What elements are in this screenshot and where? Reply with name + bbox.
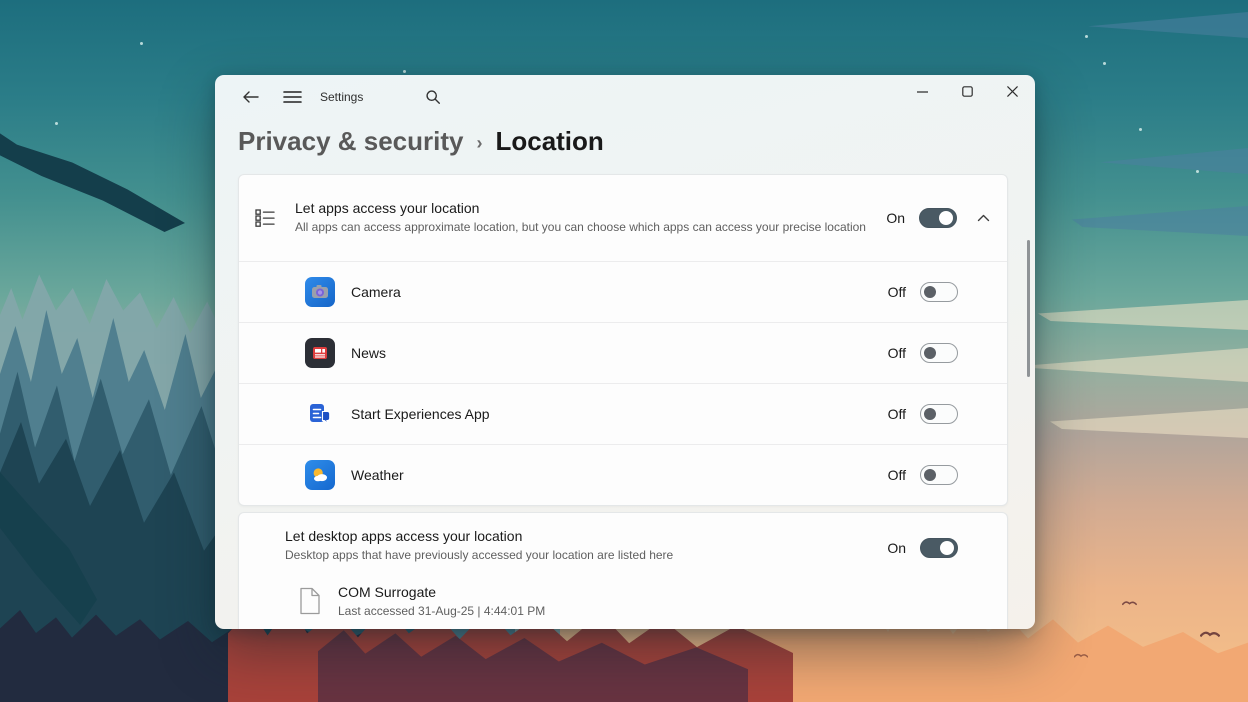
wallpaper-star (55, 122, 58, 125)
location-toggle[interactable] (919, 208, 957, 228)
document-icon (299, 587, 321, 615)
desktop-app-last-accessed: Last accessed 31-Aug-25 | 4:44:01 PM (338, 604, 545, 618)
minimize-button[interactable] (900, 75, 945, 108)
hamburger-icon (283, 90, 302, 104)
desktop-apps-description: Desktop apps that have previously access… (285, 547, 875, 564)
camera-app-icon (305, 277, 335, 307)
bird-silhouette (1122, 600, 1137, 606)
maximize-button[interactable] (945, 75, 990, 108)
close-button[interactable] (990, 75, 1035, 108)
wallpaper-star (1085, 35, 1088, 38)
wallpaper-star (403, 70, 406, 73)
wallpaper-star (1196, 170, 1199, 173)
location-expander-title: Let apps access your location (295, 200, 885, 216)
weather-app-icon (305, 460, 335, 490)
wallpaper-cloud (1072, 206, 1248, 236)
titlebar: Settings (215, 75, 1035, 123)
desktop-app-item-com-surrogate: COM Surrogate Last accessed 31-Aug-25 | … (239, 572, 1007, 629)
bird-silhouette (1074, 652, 1088, 659)
breadcrumb: Privacy & security › Location (215, 123, 1035, 157)
wallpaper-cloud (1050, 408, 1248, 438)
news-location-toggle[interactable] (920, 343, 958, 363)
page-title: Location (495, 126, 603, 157)
news-app-icon (305, 338, 335, 368)
location-expander-description: All apps can access approximate location… (295, 219, 885, 236)
app-row-news: News Off (239, 322, 1007, 383)
app-row-camera: Camera Off (239, 261, 1007, 322)
desktop-apps-card: Let desktop apps access your location De… (238, 512, 1008, 629)
window-controls (900, 75, 1035, 108)
wallpaper-cloud (1100, 148, 1248, 174)
app-row-weather: Weather Off (239, 444, 1007, 505)
location-expander-header[interactable]: Let apps access your location All apps c… (239, 175, 1007, 261)
camera-toggle-state-label: Off (888, 284, 906, 300)
desktop-apps-title: Let desktop apps access your location (285, 528, 875, 544)
app-name: Camera (351, 284, 888, 300)
app-row-start-experiences: Start Experiences App Off (239, 383, 1007, 444)
wallpaper-star (1103, 62, 1106, 65)
news-toggle-state-label: Off (888, 345, 906, 361)
desktop-app-name: COM Surrogate (338, 584, 545, 600)
start-experiences-toggle-state-label: Off (888, 406, 906, 422)
wallpaper-cloud (1038, 300, 1248, 330)
toggle-knob (924, 347, 936, 359)
bird-silhouette (1200, 630, 1220, 638)
start-experiences-location-toggle[interactable] (920, 404, 958, 424)
back-button[interactable] (238, 90, 262, 104)
toggle-knob (940, 541, 954, 555)
chevron-up-icon (977, 214, 990, 222)
search-button[interactable] (421, 89, 445, 105)
desktop-apps-toggle-state-label: On (887, 540, 906, 556)
collapse-expander-button[interactable] (975, 214, 991, 222)
start-experiences-app-icon (305, 399, 335, 429)
wallpaper-pine-branch (0, 120, 185, 232)
wallpaper-star (1139, 128, 1142, 131)
weather-location-toggle[interactable] (920, 465, 958, 485)
settings-window: Settings Privacy & security › Location (215, 75, 1035, 629)
breadcrumb-privacy-security[interactable]: Privacy & security (238, 126, 463, 157)
breadcrumb-separator: › (476, 133, 482, 154)
minimize-icon (917, 91, 928, 93)
camera-location-toggle[interactable] (920, 282, 958, 302)
close-icon (1007, 86, 1018, 97)
toggle-knob (924, 408, 936, 420)
app-name: News (351, 345, 888, 361)
desktop-apps-location-toggle[interactable] (920, 538, 958, 558)
app-name: Start Experiences App (351, 406, 888, 422)
wallpaper-cloud (1088, 12, 1248, 38)
weather-toggle-state-label: Off (888, 467, 906, 483)
maximize-icon (962, 86, 973, 97)
settings-content: Let apps access your location All apps c… (215, 157, 1035, 629)
desktop-apps-header: Let desktop apps access your location De… (239, 513, 1007, 572)
scrollbar-thumb[interactable] (1027, 240, 1030, 377)
location-apps-card: Let apps access your location All apps c… (238, 174, 1008, 506)
toggle-knob (939, 211, 953, 225)
wallpaper-cloud (1012, 348, 1248, 382)
back-arrow-icon (242, 90, 259, 104)
toggle-knob (924, 469, 936, 481)
hamburger-menu-button[interactable] (280, 90, 304, 104)
app-name: Weather (351, 467, 888, 483)
search-icon (425, 89, 441, 105)
wallpaper-star (140, 42, 143, 45)
app-title: Settings (320, 90, 363, 104)
apps-list-icon (255, 208, 275, 228)
toggle-knob (924, 286, 936, 298)
location-toggle-state-label: On (886, 210, 905, 226)
